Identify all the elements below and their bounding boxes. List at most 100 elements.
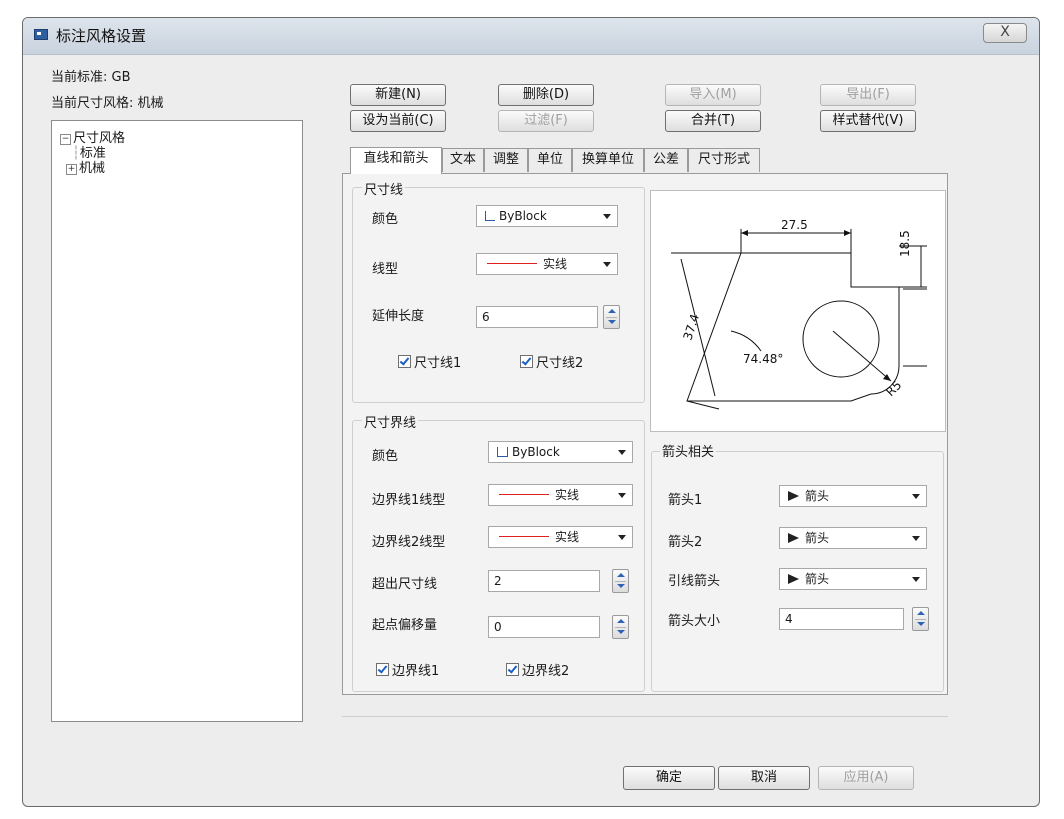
preview-drawing: 27.5 18.5 37.4 74.48° R5 xyxy=(671,218,927,410)
ext-lt1-select[interactable]: 实线 xyxy=(488,484,633,506)
offset-input[interactable]: 0 xyxy=(488,616,600,638)
tree-item-mechanical[interactable]: + 机械 xyxy=(60,157,105,176)
color-swatch-icon xyxy=(485,211,495,221)
panel-divider xyxy=(342,716,948,717)
chevron-down-icon xyxy=(912,494,920,499)
check-icon xyxy=(398,355,411,368)
chevron-down-icon xyxy=(603,262,611,267)
ext-lt2-select[interactable]: 实线 xyxy=(488,526,633,548)
title-bar xyxy=(23,18,1039,55)
beyond-stepper[interactable] xyxy=(612,569,629,593)
leader-arrow-label: 引线箭头 xyxy=(668,574,721,589)
preview-area: 27.5 18.5 37.4 74.48° R5 xyxy=(650,190,946,432)
arrowhead-icon xyxy=(788,491,799,501)
dim-color-select[interactable]: ByBlock xyxy=(476,205,618,227)
ext-line2-checkbox[interactable]: 边界线2 xyxy=(506,660,569,679)
arrow2-value: 箭头 xyxy=(805,531,830,545)
extend-length-label: 延伸长度 xyxy=(372,309,425,324)
linetype-sample-icon xyxy=(487,263,537,264)
extend-length-stepper[interactable] xyxy=(603,305,620,329)
arrow-size-stepper[interactable] xyxy=(912,607,929,631)
chevron-down-icon xyxy=(618,450,626,455)
dim-color-value: ByBlock xyxy=(499,209,547,223)
dim-linetype-label: 线型 xyxy=(372,262,399,277)
dialog-title: 标注风格设置 xyxy=(56,27,147,45)
tab-dim-format[interactable]: 尺寸形式 xyxy=(688,148,760,172)
preview-dim-left: 37.4 xyxy=(681,312,703,342)
tab-adjust[interactable]: 调整 xyxy=(484,148,528,172)
style-tree[interactable]: − 尺寸风格 ┆标准 + 机械 xyxy=(51,120,303,722)
ext-color-value: ByBlock xyxy=(512,445,560,459)
dim-line1-checkbox[interactable]: 尺寸线1 xyxy=(398,352,461,371)
apply-button[interactable]: 应用(A) xyxy=(818,766,914,790)
arrow-group-title: 箭头相关 xyxy=(660,441,717,460)
check-icon xyxy=(506,663,519,676)
preview-dim-right: 18.5 xyxy=(898,230,912,257)
preview-dim-angle: 74.48° xyxy=(743,352,783,366)
chevron-down-icon xyxy=(912,536,920,541)
linetype-sample-icon xyxy=(499,494,549,495)
current-standard-label: 当前标准: GB xyxy=(51,70,131,85)
collapse-icon[interactable]: − xyxy=(60,134,71,145)
ext-lt1-value: 实线 xyxy=(555,488,580,502)
beyond-input[interactable]: 2 xyxy=(488,570,600,592)
preview-dim-top: 27.5 xyxy=(781,218,808,232)
arrow-down-icon xyxy=(608,320,616,324)
new-button[interactable]: 新建(N) xyxy=(350,84,446,106)
linetype-sample-icon xyxy=(499,536,549,537)
expand-icon[interactable]: + xyxy=(66,164,77,175)
arrow1-label: 箭头1 xyxy=(668,493,703,508)
ext-color-label: 颜色 xyxy=(372,449,399,464)
extension-line-title: 尺寸界线 xyxy=(362,412,419,431)
dim-line2-label: 尺寸线2 xyxy=(536,356,584,371)
ext-line1-checkbox[interactable]: 边界线1 xyxy=(376,660,439,679)
tab-text[interactable]: 文本 xyxy=(442,148,484,172)
merge-button[interactable]: 合并(T) xyxy=(665,110,761,132)
tab-tolerance[interactable]: 公差 xyxy=(644,148,688,172)
tab-units[interactable]: 单位 xyxy=(528,148,572,172)
preview-outline xyxy=(686,252,900,402)
tree-item-label: 机械 xyxy=(79,161,106,176)
tab-lines-arrows[interactable]: 直线和箭头 xyxy=(350,147,442,174)
delete-button[interactable]: 删除(D) xyxy=(498,84,594,106)
close-button[interactable]: X xyxy=(983,23,1027,43)
dim-linetype-value: 实线 xyxy=(543,257,568,271)
filter-button[interactable]: 过滤(F) xyxy=(498,110,594,132)
import-button[interactable]: 导入(M) xyxy=(665,84,761,106)
arrow1-select[interactable]: 箭头 xyxy=(779,485,927,507)
ext-lt1-label: 边界线1线型 xyxy=(372,493,446,508)
arrow-up-icon xyxy=(617,619,625,623)
tab-alt-units[interactable]: 换算单位 xyxy=(572,148,644,172)
override-button[interactable]: 样式替代(V) xyxy=(820,110,916,132)
ext-line2-label: 边界线2 xyxy=(522,664,570,679)
arrow-down-icon xyxy=(617,584,625,588)
window-icon xyxy=(34,29,48,40)
export-button[interactable]: 导出(F) xyxy=(820,84,916,106)
arrow-up-icon xyxy=(608,309,616,313)
set-current-button[interactable]: 设为当前(C) xyxy=(350,110,446,132)
ext-lt2-label: 边界线2线型 xyxy=(372,535,446,550)
dim-line1-label: 尺寸线1 xyxy=(414,356,462,371)
ext-lt2-value: 实线 xyxy=(555,530,580,544)
dim-linetype-select[interactable]: 实线 xyxy=(476,253,618,275)
arrow2-label: 箭头2 xyxy=(668,535,703,550)
arrowhead-icon xyxy=(788,533,799,543)
arrowhead-icon xyxy=(788,574,799,584)
extend-length-input[interactable]: 6 xyxy=(476,306,598,328)
chevron-down-icon xyxy=(912,577,920,582)
check-icon xyxy=(376,663,389,676)
offset-stepper[interactable] xyxy=(612,615,629,639)
arrow-size-input[interactable]: 4 xyxy=(779,608,904,630)
dim-color-label: 颜色 xyxy=(372,212,399,227)
leader-arrow-select[interactable]: 箭头 xyxy=(779,568,927,590)
leader-arrow-value: 箭头 xyxy=(805,572,830,586)
arrow2-select[interactable]: 箭头 xyxy=(779,527,927,549)
ok-button[interactable]: 确定 xyxy=(623,766,715,790)
offset-label: 起点偏移量 xyxy=(372,618,438,633)
preview-dim-radius: R5 xyxy=(883,378,904,399)
check-icon xyxy=(520,355,533,368)
dim-line2-checkbox[interactable]: 尺寸线2 xyxy=(520,352,583,371)
ext-color-select[interactable]: ByBlock xyxy=(488,441,633,463)
color-swatch-icon xyxy=(497,447,508,457)
cancel-button[interactable]: 取消 xyxy=(718,766,810,790)
